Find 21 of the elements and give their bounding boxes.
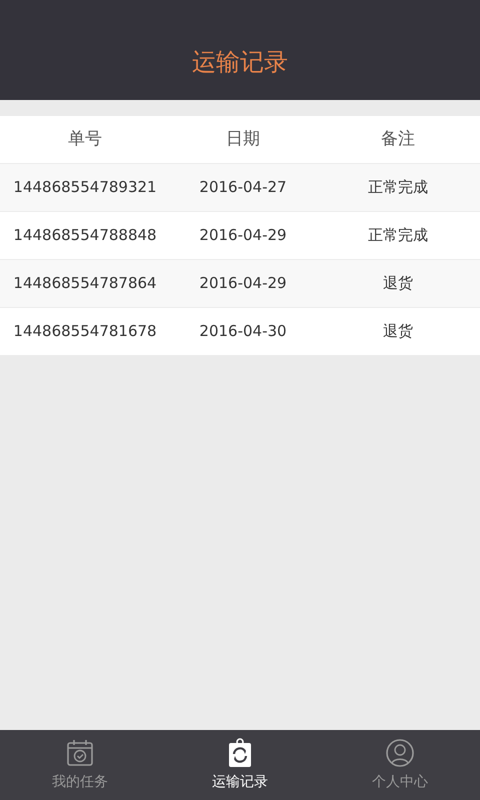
table-cell-text: 正常完成 (367, 225, 429, 246)
table-cell-text: 144868554787864 (12, 273, 158, 294)
table-cell-text: 144868554781678 (12, 321, 158, 342)
page-title: 运输记录 (192, 47, 288, 78)
tab[interactable]: 个人中心 (320, 730, 480, 800)
calendar-icon (65, 738, 95, 768)
table-cell-text: 2016-04-29 (198, 273, 288, 294)
table-cell-text: 144868554789321 (12, 177, 158, 198)
table-cell-text: 2016-04-30 (198, 321, 288, 342)
table-cell-text: 正常完成 (367, 177, 429, 198)
table-cell-text: 2016-04-29 (198, 225, 288, 246)
table-cell-text: 退货 (382, 321, 414, 342)
tab[interactable]: 运输记录 (160, 730, 320, 800)
person-icon (385, 738, 415, 768)
table-cell-text: 144868554788848 (12, 225, 158, 246)
table-cell-text: 退货 (382, 273, 414, 294)
tab[interactable]: 我的任务 (0, 730, 160, 800)
column-header: 单号 (67, 128, 103, 151)
table-cell-text: 2016-04-27 (198, 177, 288, 198)
column-header: 备注 (380, 128, 416, 151)
column-header: 日期 (225, 128, 261, 151)
